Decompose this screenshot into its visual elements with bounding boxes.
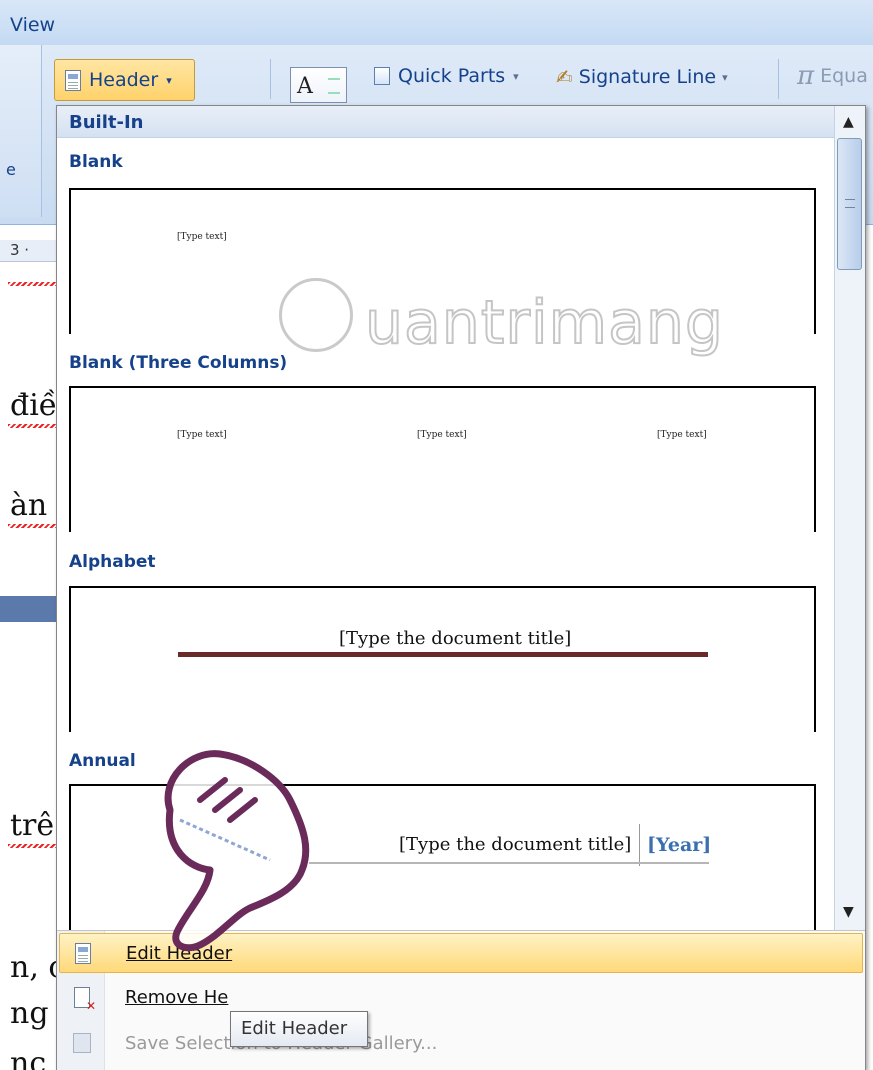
gallery-item-title: Blank	[69, 152, 123, 172]
signature-line-label: Signature Line	[578, 66, 717, 88]
gallery-item-title: Blank (Three Columns)	[69, 353, 288, 373]
menu-item-label: Edit Header	[126, 942, 233, 964]
save-to-gallery-icon	[73, 1033, 91, 1053]
title-separator	[639, 824, 640, 866]
equation-button[interactable]: π Equa	[797, 61, 868, 91]
header-preview: [Type text] [Type text] [Type text]	[69, 386, 816, 532]
grip-icon	[845, 199, 855, 208]
spelling-underline	[8, 424, 56, 428]
quick-parts-icon	[374, 67, 390, 85]
placeholder-text: [Type text]	[657, 430, 707, 440]
title-underline	[178, 652, 708, 657]
spelling-underline	[8, 844, 56, 848]
menu-item-label: Remove He	[125, 986, 229, 1008]
header-preview: [Type the document title]	[69, 586, 816, 732]
gallery-section-header: Built-In	[57, 106, 834, 138]
doc-text-fragment: àn	[10, 488, 48, 523]
ruler: 3 ·	[0, 240, 56, 262]
remove-header-icon	[74, 986, 96, 1013]
header-icon	[65, 69, 81, 91]
chevron-down-icon: ▾	[513, 69, 519, 83]
scrollbar-thumb[interactable]	[837, 138, 862, 270]
ribbon-group-label: e	[6, 160, 16, 179]
gallery-item-alphabet[interactable]: Alphabet [Type the document title]	[57, 536, 834, 734]
signature-pen-icon: ✍	[556, 65, 573, 89]
ribbon-tab-bar: View	[0, 0, 873, 45]
scroll-down-icon[interactable]: ▼	[843, 904, 854, 920]
word-window: View e Header ▾ A Quick Parts ▾ ✍ Signat…	[0, 0, 873, 1070]
edit-header-tooltip: Edit Header	[230, 1011, 368, 1047]
remove-header-menu-item[interactable]: Remove He	[59, 977, 863, 1017]
quick-parts-button[interactable]: Quick Parts ▾	[374, 65, 519, 87]
header-preview: [Type the document title] [Year]	[69, 784, 816, 930]
header-preview: [Type text]	[69, 188, 816, 334]
tab-view[interactable]: View	[10, 14, 55, 36]
text-lines-icon	[328, 78, 340, 94]
ribbon-separator	[778, 59, 779, 99]
chevron-down-icon: ▾	[166, 73, 172, 87]
placeholder-text: [Type text]	[417, 430, 467, 440]
header-menu: Edit Header Remove He Save Selection to …	[57, 930, 865, 1070]
doc-text-fragment: trê	[10, 808, 55, 843]
scroll-up-icon[interactable]: ▲	[843, 114, 854, 130]
chevron-down-icon: ▾	[722, 70, 728, 84]
header-gallery: Blank [Type text] Blank (Three Columns) …	[57, 138, 834, 930]
doc-text-fragment: nc	[10, 1046, 47, 1070]
title-rule	[309, 862, 709, 864]
placeholder-text: [Type text]	[177, 430, 227, 440]
equation-label: Equa	[820, 65, 868, 87]
save-selection-menu-item[interactable]: Save Selection to Header Gallery...	[59, 1023, 863, 1063]
spelling-underline	[8, 524, 56, 528]
gallery-item-annual[interactable]: Annual [Type the document title] [Year]	[57, 734, 834, 930]
header-gallery-dropdown: Built-In Blank [Type text] Blank (Three …	[56, 105, 866, 1070]
text-box-button[interactable]: A	[290, 67, 347, 103]
ribbon-separator	[270, 59, 271, 99]
gallery-item-title: Alphabet	[69, 552, 156, 572]
ribbon-group-left: e	[0, 45, 42, 217]
edit-header-menu-item[interactable]: Edit Header	[59, 933, 863, 973]
document-title-placeholder: [Type the document title]	[339, 628, 572, 649]
document-title-placeholder: [Type the document title]	[399, 834, 632, 855]
document-area[interactable]	[0, 225, 56, 1070]
header-button[interactable]: Header ▾	[54, 59, 195, 101]
doc-text-fragment: điề	[10, 388, 58, 423]
doc-blue-band	[0, 596, 56, 622]
header-button-label: Header	[89, 69, 159, 91]
signature-line-button[interactable]: ✍ Signature Line ▾	[556, 65, 728, 89]
year-placeholder: [Year]	[647, 834, 712, 856]
gallery-scrollbar[interactable]: ▲ ▼	[834, 106, 865, 930]
gallery-item-blank-three-columns[interactable]: Blank (Three Columns) [Type text] [Type …	[57, 336, 834, 536]
spelling-underline	[8, 282, 56, 286]
gallery-item-blank[interactable]: Blank [Type text]	[57, 138, 834, 336]
pi-icon: π	[797, 61, 815, 91]
gallery-item-title: Annual	[69, 751, 136, 771]
edit-header-icon	[75, 942, 91, 964]
placeholder-text: [Type text]	[177, 232, 227, 242]
text-box-icon: A	[297, 74, 313, 99]
quick-parts-label: Quick Parts	[398, 65, 506, 87]
